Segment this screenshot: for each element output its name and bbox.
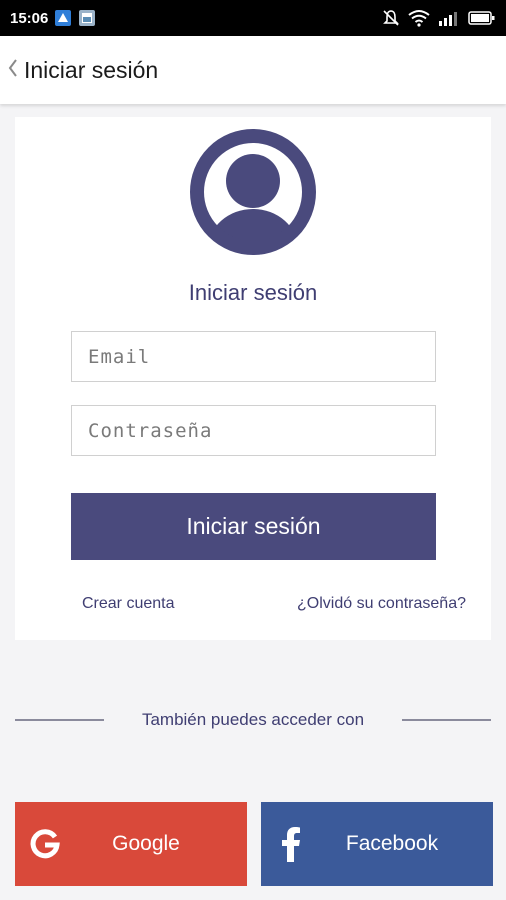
login-card: Iniciar sesión Iniciar sesión Crear cuen… (15, 117, 491, 640)
user-avatar-icon (190, 129, 316, 255)
status-right (382, 9, 496, 27)
social-divider: También puedes acceder con (15, 706, 491, 734)
password-field[interactable] (71, 405, 436, 456)
back-button[interactable] (0, 36, 24, 104)
create-account-link[interactable]: Crear cuenta (82, 595, 175, 613)
google-login-button[interactable]: Google (15, 802, 247, 886)
facebook-label: Facebook (345, 832, 439, 855)
status-bar: 15:06 (0, 0, 506, 36)
login-button[interactable]: Iniciar sesión (71, 493, 436, 560)
divider-line-right (402, 719, 491, 721)
login-title: Iniciar sesión (188, 280, 318, 305)
google-label: Google (112, 832, 180, 855)
status-left: 15:06 (10, 9, 96, 27)
wifi-icon (408, 9, 430, 27)
notification-app-icon (54, 9, 72, 27)
facebook-f-icon (261, 802, 321, 886)
status-time: 15:06 (10, 9, 49, 27)
forgot-password-link[interactable]: ¿Olvidó su contraseña? (297, 595, 466, 613)
divider-text: También puedes acceder con (141, 710, 365, 729)
signal-icon (438, 10, 460, 26)
divider-line-left (15, 719, 104, 721)
facebook-login-button[interactable]: Facebook (261, 802, 493, 886)
app-header: Iniciar sesión (0, 36, 506, 104)
notification-gallery-icon (78, 9, 96, 27)
page-title: Iniciar sesión (24, 56, 159, 83)
google-g-icon (15, 802, 75, 886)
silent-icon (382, 9, 400, 27)
email-field[interactable] (71, 331, 436, 382)
battery-icon (468, 10, 496, 26)
chevron-left-icon (6, 57, 20, 84)
